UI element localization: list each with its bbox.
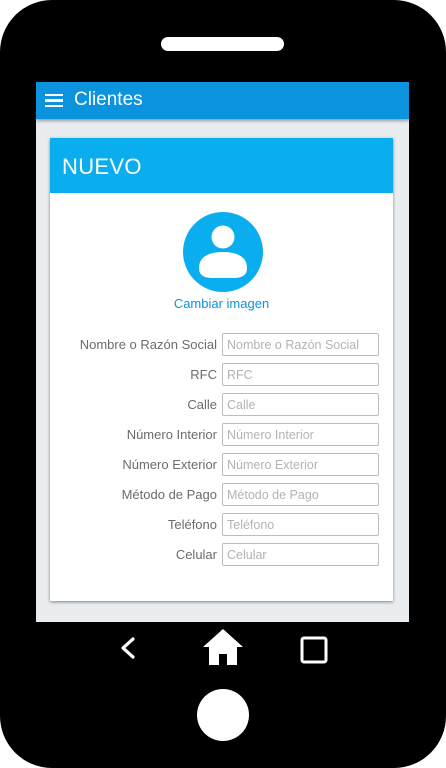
form-row-interior-number: Número Interior — [50, 423, 393, 446]
app-screen: Clientes NUEVO Cambiar imagen Nombre o R… — [36, 82, 409, 622]
phone-speaker — [161, 37, 284, 51]
interior-number-field[interactable] — [222, 423, 379, 446]
mobile-field[interactable] — [222, 543, 379, 566]
street-label: Calle — [187, 397, 217, 412]
form-row-mobile: Celular — [50, 543, 393, 566]
form-row-phone: Teléfono — [50, 513, 393, 536]
chevron-left-icon[interactable] — [114, 634, 142, 662]
square-recent-apps-icon[interactable] — [299, 635, 329, 665]
form-row-street: Calle — [50, 393, 393, 416]
exterior-number-label: Número Exterior — [122, 457, 217, 472]
name-field[interactable] — [222, 333, 379, 356]
payment-method-field[interactable] — [222, 483, 379, 506]
name-label: Nombre o Razón Social — [79, 337, 217, 352]
change-image-link[interactable]: Cambiar imagen — [50, 296, 393, 312]
payment-method-label: Método de Pago — [121, 487, 217, 502]
phone-home-button[interactable] — [197, 689, 249, 741]
card-title: NUEVO — [62, 154, 142, 179]
form-row-name: Nombre o Razón Social — [50, 333, 393, 356]
form-row-rfc: RFC — [50, 363, 393, 386]
home-icon[interactable] — [202, 628, 244, 666]
rfc-label: RFC — [190, 367, 217, 382]
mobile-label: Celular — [175, 547, 217, 562]
phone-field[interactable] — [222, 513, 379, 536]
new-client-card: NUEVO Cambiar imagen Nombre o Razón Soci… — [50, 138, 393, 601]
rfc-field[interactable] — [222, 363, 379, 386]
phone-label: Teléfono — [167, 517, 217, 532]
exterior-number-field[interactable] — [222, 453, 379, 476]
form-row-exterior-number: Número Exterior — [50, 453, 393, 476]
card-header: NUEVO — [50, 138, 393, 193]
hamburger-menu-icon[interactable] — [45, 94, 63, 107]
phone-frame: Clientes NUEVO Cambiar imagen Nombre o R… — [0, 0, 446, 768]
interior-number-label: Número Interior — [126, 427, 217, 442]
app-bar: Clientes — [36, 82, 409, 119]
user-avatar-icon[interactable] — [183, 212, 263, 292]
app-title: Clientes — [74, 89, 143, 110]
android-nav-bar — [0, 622, 446, 674]
form-row-payment-method: Método de Pago — [50, 483, 393, 506]
street-field[interactable] — [222, 393, 379, 416]
